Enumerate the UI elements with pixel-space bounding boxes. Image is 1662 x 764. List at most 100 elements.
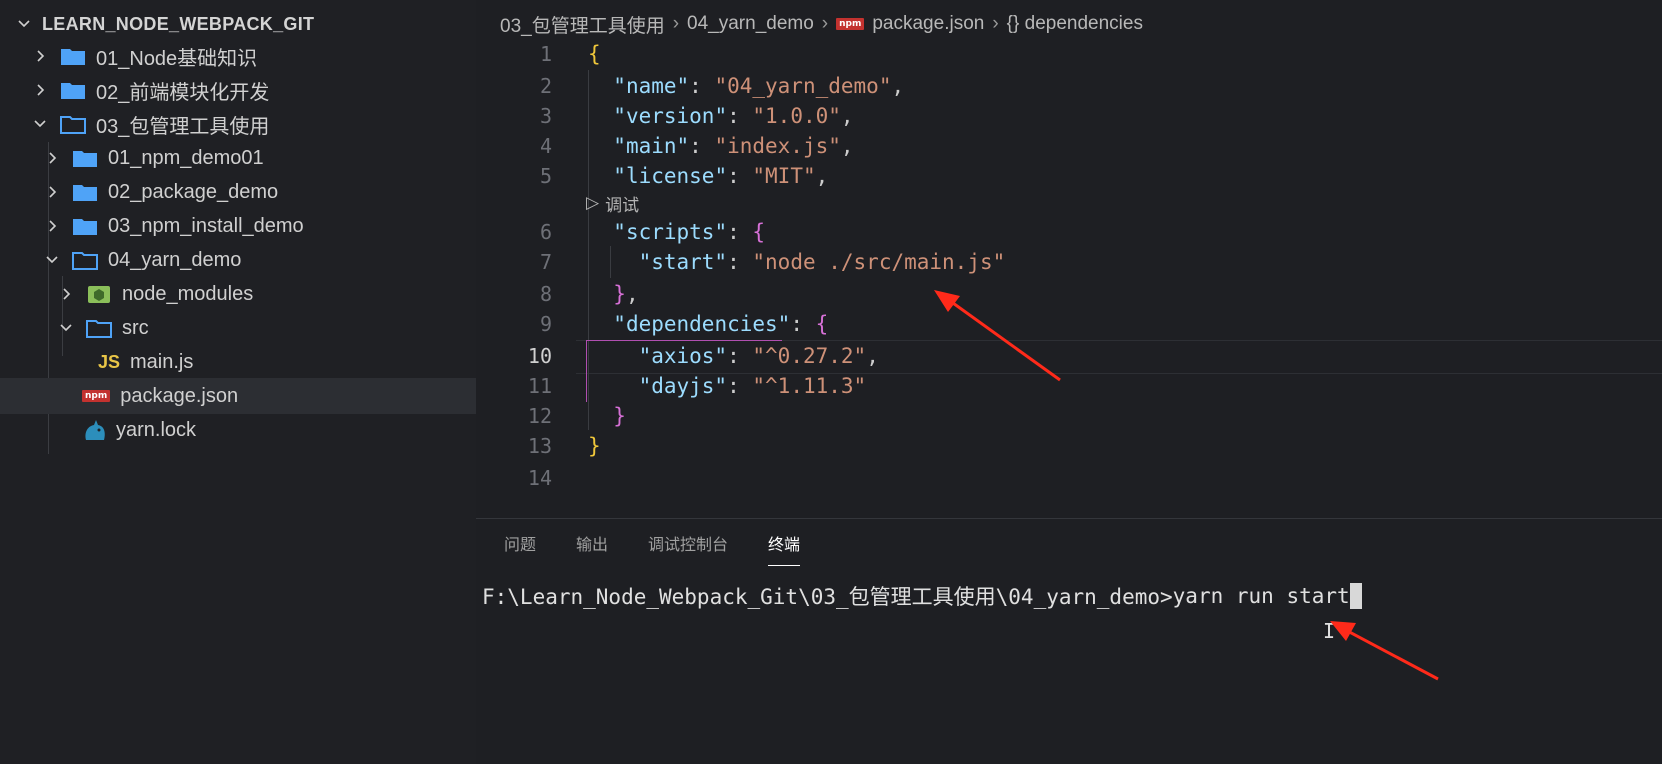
tree-item-yarn-lock[interactable]: yarn.lock xyxy=(0,412,558,448)
chevron-down-icon[interactable] xyxy=(14,14,34,34)
tree-item-npm-install-demo[interactable]: 03_npm_install_demo xyxy=(0,208,518,244)
annotation-arrow xyxy=(1330,621,1439,681)
tree-item-label: 03_包管理工具使用 xyxy=(96,115,270,138)
code-line-6[interactable]: 6 "scripts": { xyxy=(476,216,1662,248)
code-line-3[interactable]: 3 "version": "1.0.0", xyxy=(476,100,1662,132)
explorer-title: LEARN_NODE_WEBPACK_GIT xyxy=(42,13,315,34)
breadcrumb-item[interactable]: {} dependencies xyxy=(1007,13,1143,35)
tree-item-02-frontend[interactable]: 02_前端模块化开发 xyxy=(0,72,506,108)
tab-debug-console[interactable]: 调试控制台 xyxy=(648,521,728,565)
json-value: "node ./src/main.js" xyxy=(752,250,1006,274)
tree-item-package-json[interactable]: npm package.json xyxy=(0,378,558,414)
brace: } xyxy=(613,282,626,306)
json-key: "axios" xyxy=(638,344,728,368)
tree-item-label: 02_package_demo xyxy=(108,180,279,203)
npm-file-icon: npm xyxy=(82,390,111,402)
code-text: "license": "MIT", xyxy=(613,164,829,188)
npm-file-icon: npm xyxy=(836,18,865,30)
chevron-right-icon[interactable] xyxy=(30,46,50,66)
code-line-1[interactable]: 1 { xyxy=(476,38,1662,70)
code-text: "start": "node ./src/main.js" xyxy=(638,250,1006,274)
json-key: "dayjs" xyxy=(638,374,728,398)
line-number: 3 xyxy=(539,104,552,128)
terminal-cursor xyxy=(1349,583,1362,609)
code-line-5[interactable]: 5 "license": "MIT", xyxy=(476,160,1662,192)
code-text: "axios": "^0.27.2", xyxy=(638,344,879,368)
json-value: "MIT" xyxy=(752,164,816,188)
tab-problems[interactable]: 问题 xyxy=(504,521,536,565)
json-key: "dependencies" xyxy=(613,312,791,336)
line-number: 9 xyxy=(539,312,552,336)
code-line-14[interactable]: 14 xyxy=(476,462,1662,494)
brace: } xyxy=(613,404,626,428)
tree-item-label: package.json xyxy=(120,384,239,407)
chevron-right-icon: › xyxy=(672,13,680,34)
line-number: 10 xyxy=(527,344,552,368)
line-number: 7 xyxy=(539,250,552,274)
code-text: } xyxy=(588,434,601,458)
line-number: 1 xyxy=(539,42,552,66)
chevron-down-icon[interactable] xyxy=(42,250,62,270)
tree-item-node-modules[interactable]: node_modules xyxy=(0,276,532,312)
line-number: 8 xyxy=(539,282,552,306)
line-number: 12 xyxy=(527,404,552,428)
line-number: 4 xyxy=(539,134,552,158)
chevron-right-icon: › xyxy=(992,13,999,34)
chevron-down-icon[interactable] xyxy=(30,114,50,134)
json-value: "^0.27.2" xyxy=(752,344,867,368)
chevron-right-icon[interactable] xyxy=(30,80,50,100)
json-key: "main" xyxy=(613,134,690,158)
breadcrumb-item[interactable]: 03_包管理工具使用 xyxy=(500,11,665,38)
line-number: 11 xyxy=(527,374,552,398)
tree-item-src[interactable]: src xyxy=(0,310,532,346)
chevron-right-icon[interactable] xyxy=(56,284,76,304)
debug-codelens[interactable]: ▷ 调试 xyxy=(586,190,639,216)
json-value: "index.js" xyxy=(714,134,841,158)
explorer-sidebar: LEARN_NODE_WEBPACK_GIT 01_Node基础知识 02_前端… xyxy=(0,0,558,764)
folder-icon xyxy=(60,46,86,66)
json-key: "license" xyxy=(613,164,728,188)
chevron-down-icon[interactable] xyxy=(56,318,76,338)
tree-item-label: node_modules xyxy=(122,282,254,305)
breadcrumb-item[interactable]: package.json xyxy=(872,13,984,35)
tree-item-yarn-demo[interactable]: 04_yarn_demo xyxy=(0,242,518,278)
folder-open-icon xyxy=(72,250,98,270)
tree-item-01-node[interactable]: 01_Node基础知识 xyxy=(0,38,506,74)
tab-output[interactable]: 输出 xyxy=(576,521,608,565)
json-value: "1.0.0" xyxy=(752,104,841,128)
chevron-right-icon[interactable] xyxy=(42,182,62,202)
json-value: "04_yarn_demo" xyxy=(714,74,892,98)
code-line-2[interactable]: 2 "name": "04_yarn_demo", xyxy=(476,70,1662,102)
terminal-path: F:\Learn_Node_Webpack_Git\03_包管理工具使用\04_… xyxy=(482,585,1173,609)
tree-item-label: 03_npm_install_demo xyxy=(108,214,304,237)
code-line-13[interactable]: 13 } xyxy=(476,430,1662,462)
tree-item-package-demo[interactable]: 02_package_demo xyxy=(0,174,518,210)
yarn-cat-icon xyxy=(82,418,108,442)
annotation-arrow xyxy=(934,290,1061,382)
chevron-right-icon[interactable] xyxy=(42,216,62,236)
tab-terminal[interactable]: 终端 xyxy=(768,521,801,566)
code-text: } xyxy=(588,404,626,428)
brace: { xyxy=(752,220,766,244)
code-line-12[interactable]: 12 } xyxy=(476,400,1662,432)
breadcrumb-item[interactable]: 04_yarn_demo xyxy=(687,13,814,35)
chevron-right-icon[interactable] xyxy=(42,148,62,168)
tree-item-03-package-tools[interactable]: 03_包管理工具使用 xyxy=(0,106,506,142)
tree-item-npm-demo01[interactable]: 01_npm_demo01 xyxy=(0,140,518,176)
code-text: "name": "04_yarn_demo", xyxy=(613,74,905,98)
node-modules-folder-icon xyxy=(86,284,112,304)
chevron-right-icon: › xyxy=(821,13,829,34)
brace: { xyxy=(588,42,601,66)
code-line-7[interactable]: 7 "start": "node ./src/main.js" xyxy=(476,246,1662,278)
code-text: { xyxy=(588,42,601,66)
folder-icon xyxy=(72,148,98,168)
code-text: "main": "index.js", xyxy=(613,134,854,158)
terminal-prompt-line[interactable]: F:\Learn_Node_Webpack_Git\03_包管理工具使用\04_… xyxy=(482,581,1362,611)
code-editor[interactable]: 03_包管理工具使用 › 04_yarn_demo › npm package.… xyxy=(476,0,1662,518)
debug-label: 调试 xyxy=(605,195,640,215)
tree-item-label: src xyxy=(122,316,149,339)
line-number: 14 xyxy=(527,466,552,490)
tree-item-label: main.js xyxy=(130,350,194,373)
code-line-4[interactable]: 4 "main": "index.js", xyxy=(476,130,1662,162)
code-text: "version": "1.0.0", xyxy=(613,104,854,128)
